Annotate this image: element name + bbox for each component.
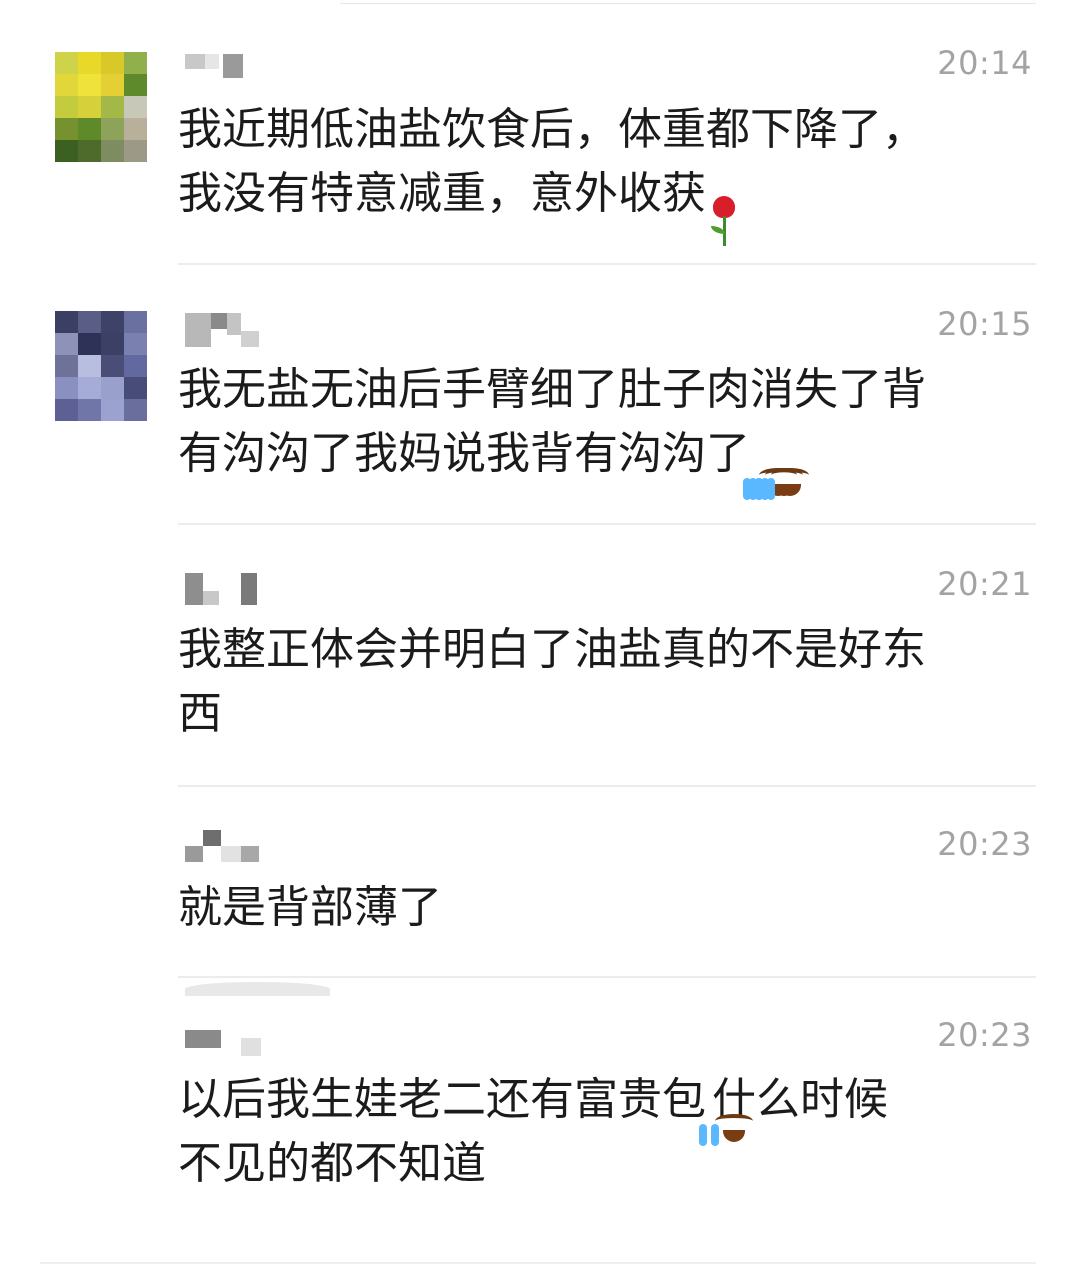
comment-line: 我无盐无油后手臂细了肚子肉消失了背: [178, 364, 926, 415]
comment-text: 我近期低油盐饮食后，体重都下降了， 我没有特意减重，意外收获: [178, 98, 1018, 246]
comment-line-text: 以后我生娃老二还有富贵包: [178, 1074, 706, 1125]
comment-line-text: 我没有特意减重，意外收获: [178, 168, 706, 219]
comment-line: 我整正体会并明白了油盐真的不是好东: [178, 624, 926, 675]
comment-line: 我没有特意减重，意外收获: [178, 162, 1018, 246]
comment-text: 我整正体会并明白了油盐真的不是好东 西: [178, 618, 1018, 746]
comment-text: 我无盐无油后手臂细了肚子肉消失了背 有沟沟了我妈说我背有沟沟了: [178, 358, 1018, 500]
username-blurred[interactable]: [185, 830, 261, 862]
comment-line-text: 有沟沟了我妈说我背有沟沟了: [178, 428, 750, 479]
comment-time: 20:15: [937, 305, 1032, 343]
bottom-divider: [40, 1262, 1036, 1264]
comment-divider: [178, 523, 1036, 525]
username-blurred[interactable]: [185, 573, 261, 605]
comment-time: 20:23: [937, 1016, 1032, 1054]
comment-line: 就是背部薄了: [178, 882, 442, 933]
comment-line: 有沟沟了我妈说我背有沟沟了: [178, 422, 1018, 500]
avatar[interactable]: [55, 311, 147, 421]
comment-text: 就是背部薄了: [178, 876, 1018, 940]
username-blurred[interactable]: [185, 313, 261, 347]
comment-time: 20:21: [937, 565, 1032, 603]
username-blurred[interactable]: [185, 1030, 261, 1056]
comment-text: 以后我生娃老二还有富贵包 什么时候 不见的都不知道: [178, 1068, 1018, 1196]
comment-line: 西: [178, 688, 222, 739]
comment-line: 不见的都不知道: [178, 1138, 486, 1189]
top-divider: [340, 3, 1036, 4]
comment-line: 以后我生娃老二还有富贵包 什么时候: [178, 1068, 1018, 1146]
comment-divider: [178, 263, 1036, 265]
comment-time: 20:14: [937, 44, 1032, 82]
comment-line: 我近期低油盐饮食后，体重都下降了，: [178, 104, 926, 155]
avatar[interactable]: [55, 52, 147, 162]
username-blurred[interactable]: [185, 54, 245, 78]
comment-time: 20:23: [937, 825, 1032, 863]
comment-divider: [178, 785, 1036, 787]
comment-divider: [178, 976, 1036, 978]
blurred-mark: [185, 982, 330, 996]
